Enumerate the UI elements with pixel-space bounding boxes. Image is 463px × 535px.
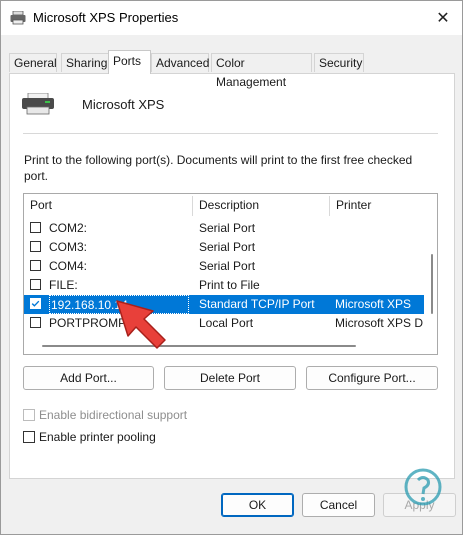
horizontal-scroll-thumb[interactable] [42, 345, 356, 347]
table-row-selected[interactable]: 192.168.10.14 Standard TCP/IP Port Micro… [24, 295, 424, 314]
tab-color-management[interactable]: Color Management [211, 53, 312, 89]
vertical-scroll-thumb[interactable] [431, 254, 433, 314]
table-row[interactable]: COM2: Serial Port [24, 219, 424, 238]
description-cell: Serial Port [199, 240, 256, 254]
ok-button[interactable]: OK [221, 493, 294, 517]
red-pointer-arrow-icon [116, 300, 166, 349]
table-row[interactable]: PORTPROMPT: Local Port Microsoft XPS D [24, 314, 424, 333]
printer-cell [335, 257, 424, 276]
tab-ports[interactable]: Ports [108, 50, 151, 74]
ports-description: Print to the following port(s). Document… [24, 153, 413, 183]
printer-cell [335, 219, 424, 238]
printer-cell [335, 238, 424, 257]
tab-sharing[interactable]: Sharing [61, 53, 109, 72]
vertical-scrollbar[interactable] [428, 218, 436, 346]
tab-advanced[interactable]: Advanced [151, 53, 209, 72]
window-title: Microsoft XPS Properties [33, 10, 179, 25]
cancel-button[interactable]: Cancel [302, 493, 375, 517]
divider [23, 133, 438, 134]
close-button[interactable]: ✕ [430, 5, 456, 31]
add-port-button[interactable]: Add Port... [23, 366, 154, 390]
port-checkbox[interactable] [30, 279, 41, 290]
watermark-logo-icon [404, 468, 442, 506]
tab-security[interactable]: Security [314, 53, 364, 72]
port-checkbox[interactable] [30, 317, 41, 328]
printer-cell: Microsoft XPS [335, 297, 412, 311]
table-row[interactable]: COM3: Serial Port [24, 238, 424, 257]
printer-icon [22, 93, 54, 115]
description-cell: Standard TCP/IP Port [199, 297, 315, 311]
description-cell: Serial Port [199, 259, 256, 273]
close-icon: ✕ [436, 10, 450, 27]
column-header-description[interactable]: Description [193, 194, 330, 217]
properties-dialog: Microsoft XPS Properties ✕ General Shari… [0, 0, 463, 535]
port-checkbox[interactable] [30, 260, 41, 271]
port-cell: COM2: [49, 221, 88, 235]
bidirectional-label: Enable bidirectional support [39, 408, 188, 422]
printer-pooling-checkbox[interactable] [23, 431, 35, 443]
description-cell: Local Port [199, 316, 254, 330]
delete-port-button[interactable]: Delete Port [164, 366, 296, 390]
port-cell: COM3: [49, 240, 88, 254]
printer-name: Microsoft XPS [82, 97, 165, 112]
printer-cell: Microsoft XPS D [335, 316, 424, 330]
port-checkbox[interactable] [30, 222, 41, 233]
title-bar[interactable]: Microsoft XPS Properties ✕ [1, 1, 462, 35]
tab-general[interactable]: General [9, 53, 57, 72]
list-header: Port Description Printer [24, 194, 437, 217]
table-row[interactable]: FILE: Print to File [24, 276, 424, 295]
configure-port-button[interactable]: Configure Port... [306, 366, 438, 390]
port-cell: COM4: [49, 259, 88, 273]
ports-list[interactable]: Port Description Printer COM2: Serial Po… [23, 193, 438, 355]
bidirectional-checkbox [23, 409, 35, 421]
checkmark-icon [30, 298, 41, 309]
printer-small-icon [10, 11, 26, 25]
printer-cell [335, 276, 424, 295]
column-header-printer[interactable]: Printer [330, 194, 430, 217]
description-cell: Serial Port [199, 221, 256, 235]
description-cell: Print to File [199, 278, 260, 292]
port-checkbox[interactable] [30, 241, 41, 252]
column-header-port[interactable]: Port [24, 194, 191, 217]
port-checkbox-checked[interactable] [30, 298, 41, 309]
printer-pooling-label[interactable]: Enable printer pooling [39, 430, 156, 445]
port-cell: FILE: [49, 278, 78, 292]
table-row[interactable]: COM4: Serial Port [24, 257, 424, 276]
